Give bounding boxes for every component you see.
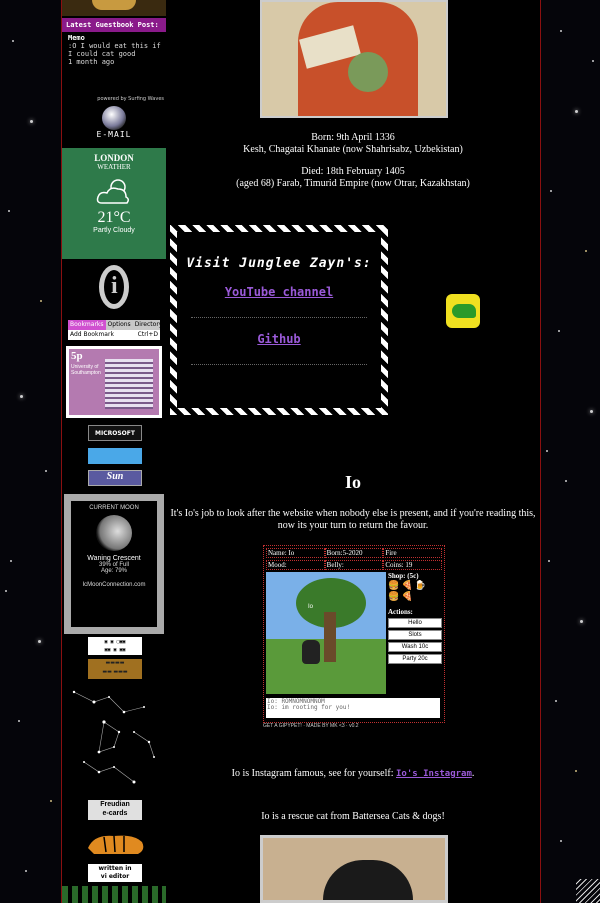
born-place: Kesh, Chagatai Khanate (now Shahrisabz, … [243,144,463,155]
guestbook-author: Memo [68,34,85,42]
add-bookmark-shortcut: Ctrl+D [137,331,158,338]
pet-scene-label: Io [308,604,314,610]
freudian-line2: e-cards [102,810,128,817]
pet-born: Born:5-2020 [324,548,384,558]
brown-badge[interactable]: ▬▬▬▬ ▬▬ ▬▬▬ [88,659,142,679]
shop-title: Shop: (5c) [388,572,419,580]
slots-button[interactable]: Slots [388,630,442,640]
visit-title: Visit Junglee Zayn's: [186,256,372,271]
email-label: E-MAIL [96,130,132,139]
party-button[interactable]: Party 20c [388,654,442,664]
weather-temperature: 21°C [97,209,131,226]
pet-name: Name: Io [266,548,325,558]
instagram-end: . [471,768,475,779]
freudian-line1: Freudian [100,801,130,808]
blue-badge[interactable] [88,448,142,464]
partly-cloudy-icon [94,177,134,207]
stamp-value: 5p [71,350,83,362]
pet-scene[interactable]: Io [266,572,386,694]
visit-links-box: Visit Junglee Zayn's: YouTube channel Gi… [170,225,388,415]
pet-log-line2: Io: im rooting for you! [267,704,351,711]
vi-editor-badge[interactable]: written in vi editor [88,864,142,882]
rescue-text: Io is a rescue cat from Battersea Cats &… [261,811,445,822]
menu-bookmarks[interactable]: Bookmarks [68,320,106,330]
weather-widget[interactable]: LONDON WEATHER 21°C Partly Cloudy [62,148,166,259]
divider [191,364,367,365]
sidebar-bottom-stripe [62,886,166,903]
instagram-line: Io is Instagram famous, see for yourself… [166,768,540,779]
instagram-text: Io is Instagram famous, see for yourself… [231,768,394,779]
bookmark-menubar[interactable]: Bookmarks Options Directory Add Bookmark… [68,320,162,340]
moon-phase: Waning Crescent [87,555,141,562]
born-date: Born: 9th April 1336 [311,132,395,143]
left-sidebar: Latest Guestbook Post: Memo :O I would e… [61,0,167,903]
io-heading: Io [344,472,361,492]
guestbook-powered-by[interactable]: powered by Surfing Waves [97,96,164,102]
guestbook-header: Latest Guestbook Post: [62,18,166,32]
email-globe-icon [102,106,126,130]
pet-shop: Shop: (5c) 🍔 🍕 🍺 🍔 🍕 Actions: Hello Slots… [388,572,442,666]
actions-title: Actions: [388,608,413,616]
tiger-image [88,835,144,854]
menu-directory[interactable]: Directory [133,320,165,330]
pet-footer[interactable]: GET A GIPYPET! · MADE BY MK <3 · v0.2 [263,723,443,729]
portrait-painting [260,0,448,118]
youtube-link[interactable]: YouTube channel [177,285,381,299]
constellation-map [72,690,155,784]
biography: Born: 9th April 1336 Kesh, Chagatai Khan… [166,132,540,190]
guestbook-post[interactable]: Memo :O I would eat this if I could cat … [68,34,164,66]
pet-belly: Belly: [324,560,384,570]
virtual-pet-widget[interactable]: Name: Io Born:5-2020 Fire Mood: Belly: C… [263,545,445,723]
menu-options[interactable]: Options [106,320,133,330]
moon-age: Age: 79% [100,568,128,574]
pet-mood: Mood: [266,560,325,570]
weather-condition: Partly Cloudy [93,227,135,234]
pet-element: Fire [383,548,443,558]
stamp-text: University of Southampton [71,364,101,376]
cat-sprite[interactable] [302,640,320,664]
hello-button[interactable]: Hello [388,618,442,628]
instagram-link[interactable]: Io's Instagram [396,769,472,779]
died-place: (aged 68) Farab, Timurid Empire (now Otr… [236,178,470,189]
github-link[interactable]: Github [177,332,381,346]
email-button[interactable]: E-MAIL [62,104,166,144]
divider [191,317,367,318]
shop-items[interactable]: 🍔 🍕 🍺 🍔 🍕 [388,580,442,602]
pet-log: Io: ROMNOMNOMNOM Io: im rooting for you! [266,698,440,718]
vi-line1: written in [98,865,132,872]
university-stamp[interactable]: 5p University of Southampton [66,346,162,418]
freudian-ecards-badge[interactable]: Freudian e-cards [88,800,142,820]
guestbook-banner-image [62,0,166,16]
main-content: Born: 9th April 1336 Kesh, Chagatai Khan… [166,0,541,903]
died-date: Died: 18th February 1405 [301,166,405,177]
moon-phase-widget[interactable]: CURRENT MOON Waning Crescent 39% of Full… [64,494,164,634]
building-image [105,359,153,409]
weather-city: LONDON [94,153,134,163]
moon-icon [96,515,132,551]
info-logo-icon[interactable] [62,262,166,316]
guestbook-time: 1 month ago [68,58,115,66]
dinosaur-icon[interactable] [446,294,480,328]
moon-site: IcMoonConnection.com [82,582,146,588]
add-bookmark-item[interactable]: Add Bookmark [70,330,114,340]
cat-photo [260,835,448,903]
microsoft-badge[interactable]: MICROSOFT [88,425,142,441]
flags-badge[interactable]: ▣ ▣ ▢▣▣ ▣▣ ▣ ▣▣ [88,637,142,655]
wash-button[interactable]: Wash 10c [388,642,442,652]
sun-badge[interactable]: Sun [88,470,142,486]
guestbook-message: :O I would eat this if I could cat good [68,42,161,58]
moon-title: CURRENT MOON [89,505,139,511]
corner-decoration [576,879,600,903]
vi-line2: vi editor [100,873,130,880]
pet-coins: Coins: 19 [383,560,443,570]
io-intro: It's Io's job to look after the website … [170,508,536,531]
weather-label: WEATHER [97,163,131,171]
